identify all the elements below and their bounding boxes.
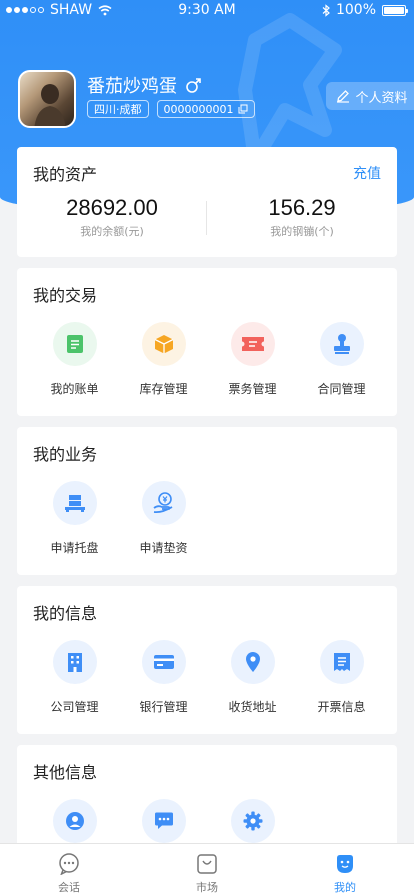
chat-icon <box>59 853 79 875</box>
company-button[interactable]: 公司管理 <box>30 640 119 715</box>
bill-button[interactable]: 我的账单 <box>30 322 119 397</box>
copy-icon[interactable] <box>238 104 248 114</box>
customer-service-button[interactable] <box>30 799 119 843</box>
other-title: 其他信息 <box>33 763 98 782</box>
steel-coin-label: 我的钢镚(个) <box>270 225 334 238</box>
stamp-icon <box>319 322 364 366</box>
bank-button[interactable]: 银行管理 <box>119 640 208 715</box>
tab-chat[interactable]: 会话 <box>0 844 138 896</box>
bag-icon <box>197 854 217 874</box>
yuan-hand-icon <box>141 481 186 525</box>
invoice-icon <box>319 640 364 684</box>
business-title: 我的业务 <box>33 445 98 464</box>
ticket-icon <box>230 322 275 366</box>
balance-block[interactable]: 28692.00 我的余额(元) <box>17 195 207 239</box>
bluetooth-icon <box>322 3 330 17</box>
apply-advance-button[interactable]: 申请垫资 <box>119 481 208 556</box>
assets-card: 我的资产 充值 28692.00 我的余额(元) 156.29 我的钢镚(个) <box>17 147 397 257</box>
user-id-text: 0000000001 <box>163 102 234 116</box>
edit-profile-label: 个人资料 <box>355 90 408 106</box>
steel-coin-value: 156.29 <box>268 195 336 220</box>
invoice-button[interactable]: 开票信息 <box>297 640 386 715</box>
settings-button[interactable] <box>208 799 297 843</box>
location-tag: 四川·成都 <box>87 100 149 118</box>
bank-label: 银行管理 <box>139 700 188 714</box>
steel-coin-block[interactable]: 156.29 我的钢镚(个) <box>207 195 397 239</box>
address-label: 收货地址 <box>228 700 277 714</box>
settings-icon <box>230 799 275 843</box>
message-icon <box>141 799 186 843</box>
ticket-button[interactable]: 票务管理 <box>208 322 297 397</box>
location-text: 四川·成都 <box>94 103 142 116</box>
box-icon <box>141 322 186 366</box>
battery-icon <box>382 4 408 16</box>
trade-title: 我的交易 <box>33 286 98 305</box>
user-name-row: 番茄炒鸡蛋 <box>87 72 202 98</box>
status-bar: SHAW 9:30 AM 100% <box>0 0 414 22</box>
address-button[interactable]: 收货地址 <box>208 640 297 715</box>
location-icon <box>230 640 275 684</box>
tab-market-label: 市场 <box>196 881 218 894</box>
tab-market[interactable]: 市场 <box>138 844 276 896</box>
bill-label: 我的账单 <box>50 382 99 396</box>
company-label: 公司管理 <box>50 700 99 714</box>
invoice-label: 开票信息 <box>317 700 366 714</box>
balance-value: 28692.00 <box>66 195 158 220</box>
avatar[interactable] <box>18 70 76 128</box>
info-card: 我的信息 公司管理 银行管理 收货地址 开票信息 <box>17 586 397 734</box>
user-id-tag[interactable]: 0000000001 <box>156 100 255 118</box>
battery-percent: 100% <box>335 2 376 18</box>
building-icon <box>52 640 97 684</box>
recharge-link[interactable]: 充值 <box>353 163 381 183</box>
tab-mine[interactable]: 我的 <box>276 844 414 896</box>
card-icon <box>141 640 186 684</box>
other-card: 其他信息 <box>17 745 397 855</box>
apply-pallet-button[interactable]: 申请托盘 <box>30 481 119 556</box>
tab-mine-label: 我的 <box>334 881 356 894</box>
assets-title: 我的资产 <box>33 165 98 184</box>
info-title: 我的信息 <box>33 604 98 623</box>
user-icon <box>337 855 353 873</box>
user-tags: 四川·成都 0000000001 <box>87 100 255 118</box>
inventory-label: 库存管理 <box>139 382 188 396</box>
pallet-icon <box>52 481 97 525</box>
business-card: 我的业务 申请托盘 申请垫资 <box>17 427 397 575</box>
apply-advance-label: 申请垫资 <box>139 541 188 555</box>
tab-chat-label: 会话 <box>58 881 80 894</box>
ticket-label: 票务管理 <box>228 382 277 396</box>
bottom-tab-bar: 会话 市场 我的 <box>0 843 414 896</box>
edit-profile-button[interactable]: 个人资料 <box>326 82 414 110</box>
messages-button[interactable] <box>119 799 208 843</box>
bill-icon <box>52 322 97 366</box>
inventory-button[interactable]: 库存管理 <box>119 322 208 397</box>
male-icon <box>186 77 201 93</box>
user-name: 番茄炒鸡蛋 <box>87 76 177 97</box>
service-icon <box>52 799 97 843</box>
balance-label: 我的余额(元) <box>80 225 144 238</box>
contract-label: 合同管理 <box>317 382 366 396</box>
apply-pallet-label: 申请托盘 <box>50 541 99 555</box>
edit-icon <box>337 90 350 103</box>
trade-card: 我的交易 我的账单 库存管理 票务管理 合同管理 <box>17 268 397 416</box>
avatar-photo <box>34 84 66 126</box>
contract-button[interactable]: 合同管理 <box>297 322 386 397</box>
